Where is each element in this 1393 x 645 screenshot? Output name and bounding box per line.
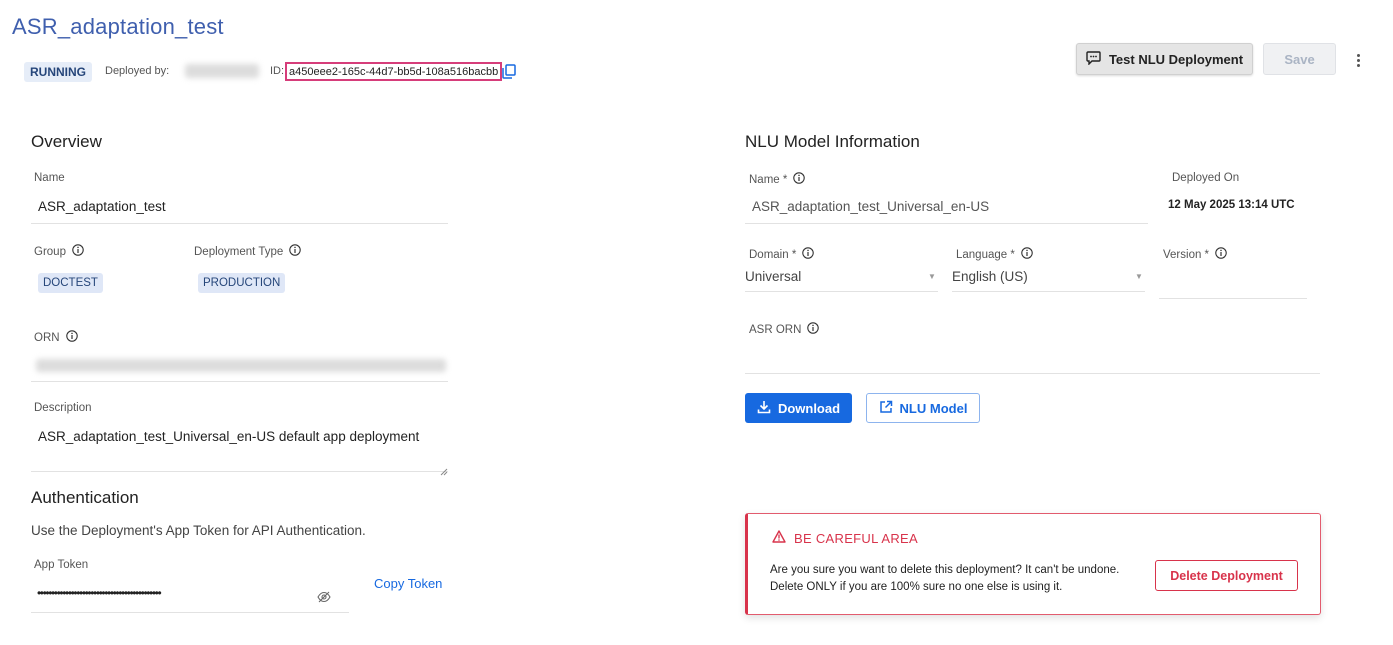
group-label: Group bbox=[34, 244, 84, 259]
id-label: ID: bbox=[270, 65, 285, 77]
language-underline bbox=[952, 291, 1145, 292]
info-icon[interactable] bbox=[802, 247, 815, 262]
name-field-underline bbox=[31, 223, 448, 224]
domain-select[interactable]: Universal bbox=[745, 269, 801, 284]
version-field-underline[interactable] bbox=[1159, 298, 1307, 299]
name-field[interactable]: ASR_adaptation_test bbox=[38, 199, 166, 214]
info-icon[interactable] bbox=[289, 244, 302, 259]
language-label: Language * bbox=[956, 247, 1033, 262]
nlu-model-information-title: NLU Model Information bbox=[745, 132, 920, 151]
asr-orn-field-underline[interactable] bbox=[745, 373, 1320, 374]
caret-down-icon[interactable]: ▼ bbox=[1135, 272, 1143, 281]
test-nlu-deployment-button[interactable]: Test NLU Deployment bbox=[1076, 43, 1253, 75]
app-token-underline bbox=[31, 612, 349, 613]
domain-underline bbox=[745, 291, 938, 292]
info-icon[interactable] bbox=[65, 330, 78, 345]
warning-icon bbox=[772, 530, 786, 546]
copy-id-icon[interactable] bbox=[502, 64, 516, 79]
external-link-icon bbox=[879, 400, 893, 417]
status-badge: RUNNING bbox=[24, 62, 92, 82]
version-label: Version * bbox=[1163, 247, 1227, 262]
danger-title: BE CAREFUL AREA bbox=[772, 530, 918, 546]
save-button[interactable]: Save bbox=[1263, 43, 1336, 75]
app-token-label: App Token bbox=[34, 559, 89, 571]
language-select[interactable]: English (US) bbox=[952, 269, 1028, 284]
resize-handle-icon[interactable] bbox=[440, 463, 448, 476]
authentication-title: Authentication bbox=[31, 488, 139, 507]
delete-deployment-button[interactable]: Delete Deployment bbox=[1155, 560, 1298, 591]
copy-token-button[interactable]: Copy Token bbox=[374, 576, 442, 591]
be-careful-area: BE CAREFUL AREA Are you sure you want to… bbox=[745, 513, 1321, 615]
info-icon[interactable] bbox=[1215, 247, 1227, 262]
info-icon[interactable] bbox=[807, 322, 820, 337]
nlu-model-button[interactable]: NLU Model bbox=[866, 393, 980, 423]
deployed-on-value: 12 May 2025 13:14 UTC bbox=[1168, 199, 1295, 211]
test-nlu-deployment-label: Test NLU Deployment bbox=[1108, 51, 1244, 67]
deployed-by-label: Deployed by: bbox=[105, 65, 170, 77]
asr-orn-label: ASR ORN bbox=[749, 322, 820, 337]
download-label: Download bbox=[777, 400, 841, 416]
nlu-name-field[interactable]: ASR_adaptation_test_Universal_en-US bbox=[752, 199, 989, 214]
nlu-model-label: NLU Model bbox=[899, 400, 968, 416]
deployed-on-label: Deployed On bbox=[1172, 172, 1240, 184]
orn-field-redacted[interactable] bbox=[36, 359, 446, 372]
eye-off-icon[interactable] bbox=[317, 590, 331, 603]
deployed-by-value-redacted bbox=[185, 64, 259, 78]
caret-down-icon[interactable]: ▼ bbox=[928, 272, 936, 281]
deployment-type-label: Deployment Type bbox=[194, 244, 302, 259]
nlu-name-underline bbox=[745, 223, 1148, 224]
name-label: Name bbox=[34, 172, 65, 184]
overview-title: Overview bbox=[31, 132, 102, 151]
orn-label: ORN bbox=[34, 330, 78, 345]
info-icon[interactable] bbox=[72, 244, 84, 259]
orn-field-underline bbox=[31, 381, 448, 382]
app-token-field[interactable]: ••••••••••••••••••••••••••••••••••••••••… bbox=[37, 586, 162, 600]
deployment-type-chip: PRODUCTION bbox=[198, 273, 286, 293]
info-icon[interactable] bbox=[1021, 247, 1033, 262]
description-label: Description bbox=[34, 402, 92, 414]
deployment-id: a450eee2-165c-44d7-bb5d-108a516bacbb bbox=[285, 62, 503, 81]
download-icon bbox=[757, 400, 771, 417]
danger-message: Are you sure you want to delete this dep… bbox=[770, 564, 1120, 593]
description-field-underline bbox=[31, 471, 448, 472]
info-icon[interactable] bbox=[793, 172, 806, 187]
authentication-subtitle: Use the Deployment's App Token for API A… bbox=[31, 523, 366, 538]
download-button[interactable]: Download bbox=[745, 393, 852, 423]
more-options-icon[interactable] bbox=[1350, 50, 1366, 70]
chat-icon bbox=[1086, 50, 1101, 68]
description-field[interactable]: ASR_adaptation_test_Universal_en-US defa… bbox=[38, 429, 419, 444]
domain-label: Domain * bbox=[749, 247, 815, 262]
page-title: ASR_adaptation_test bbox=[12, 14, 224, 39]
nlu-name-label: Name * bbox=[749, 172, 806, 187]
group-chip: DOCTEST bbox=[38, 273, 103, 293]
